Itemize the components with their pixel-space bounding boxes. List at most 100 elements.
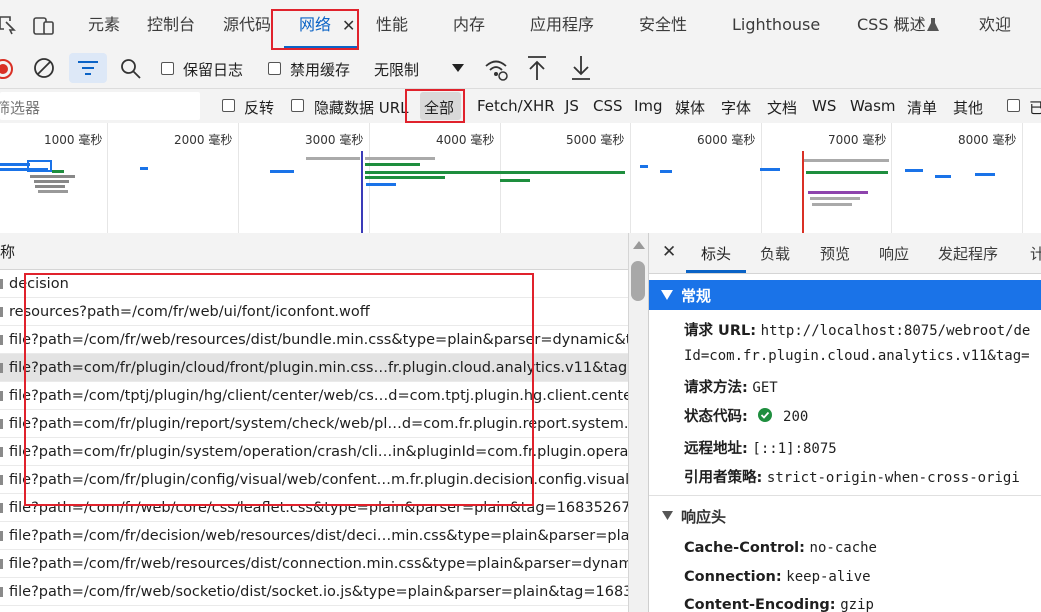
tab-console[interactable]: 控制台 [147,0,195,50]
remote-address-value: [::1]:8075 [752,441,837,457]
type-filter-other[interactable]: 其他 [953,97,983,118]
timeline-bar [808,191,868,194]
close-details-icon[interactable]: ✕ [662,242,676,262]
timeline-tick: 6000 毫秒 [697,133,756,147]
throttling-select[interactable]: 无限制 [370,53,468,83]
tab-css-overview[interactable]: CSS 概述 [857,0,926,50]
clear-icon[interactable] [33,57,55,79]
stylesheet-icon [0,559,3,569]
details-active-tab-indicator [686,270,746,273]
filter-input-placeholder: 筛选器 [0,99,41,117]
tab-elements[interactable]: 元素 [88,0,120,50]
request-url-value: http://localhost:8075/webroot/de [760,323,1031,339]
stylesheet-icon [0,419,3,429]
timeline-bar [640,165,648,168]
preserve-log-checkbox[interactable] [161,62,174,75]
referrer-policy-value: strict-origin-when-cross-origi [766,470,1020,486]
export-har-icon[interactable] [571,55,591,81]
timeline-bar [365,176,445,179]
timeline-bar [365,163,420,166]
scrollbar-thumb[interactable] [631,261,645,301]
type-filter-fetch-xhr[interactable]: Fetch/XHR [477,97,555,115]
requests-highlight-box [24,273,534,506]
dom-content-loaded-line [361,151,363,233]
timeline-tick: 8000 毫秒 [958,133,1017,147]
invert-checkbox[interactable] [222,99,235,112]
tab-security[interactable]: 安全性 [639,0,687,50]
request-url-value-continued: Id=com.fr.plugin.cloud.analytics.v11&tag… [684,348,1030,364]
timeline-bar [270,170,294,173]
general-section-header[interactable]: 常规 [649,280,1041,310]
stylesheet-icon [0,391,3,401]
timeline-bar [935,175,951,178]
type-filter-wasm[interactable]: Wasm [850,97,896,115]
document-icon [0,279,3,289]
section-divider [649,495,1041,496]
font-file-icon [0,307,3,317]
timeline-bar [660,170,672,173]
timeline-bar [38,190,68,193]
type-filter-css[interactable]: CSS [593,97,623,115]
request-list-header: 称 [0,233,648,270]
stylesheet-icon [0,447,3,457]
filter-toggle-button[interactable] [69,53,107,83]
extra-filter-label: 已 [1029,99,1041,117]
content-encoding-value: gzip [840,597,874,612]
device-toolbar-icon[interactable] [32,14,56,36]
tab-sources[interactable]: 源代码 [223,0,271,50]
name-column-header[interactable]: 称 [0,241,15,262]
tab-payload[interactable]: 负载 [760,233,790,273]
timeline-bar [365,157,435,160]
tab-application[interactable]: 应用程序 [530,0,594,50]
type-filter-img[interactable]: Img [634,97,663,115]
type-filter-media[interactable]: 媒体 [675,97,705,118]
type-filter-font[interactable]: 字体 [721,97,751,118]
filter-icon [78,61,98,75]
request-row[interactable]: file?path=/com/fr/decision/web/resources… [0,522,628,550]
extra-filter-checkbox[interactable] [1007,99,1020,112]
tab-welcome[interactable]: 欢迎 [979,0,1011,50]
timeline-bar [0,163,30,166]
tab-timing[interactable]: 计 [1030,233,1041,273]
request-row[interactable]: file?path=/com/fr/web/socketio/dist/sock… [0,578,628,606]
request-method-label: 请求方法: [684,380,748,396]
scroll-up-arrow-icon[interactable] [633,241,645,249]
tab-initiator[interactable]: 发起程序 [938,233,998,273]
throttling-value: 无限制 [374,61,420,79]
tab-response[interactable]: 响应 [879,233,909,273]
timeline-bar [500,179,530,182]
response-headers-title: 响应头 [681,508,727,526]
request-row[interactable]: file?path=/com/fr/web/resources/dist/con… [0,550,628,578]
connection-value: keep-alive [786,569,871,585]
load-event-line [802,151,804,233]
request-method-value: GET [752,380,778,396]
filter-input[interactable]: 筛选器 [0,92,200,120]
timeline-bar [810,197,860,200]
tab-headers[interactable]: 标头 [701,233,731,273]
timeline-bar [34,180,69,183]
search-icon[interactable] [120,58,142,80]
inspect-element-icon[interactable] [0,15,16,35]
hide-data-url-checkbox[interactable] [291,99,304,112]
request-url-label: 请求 URL: [684,323,757,339]
network-conditions-icon[interactable] [483,56,509,82]
type-filter-ws[interactable]: WS [812,97,836,115]
network-overview-timeline[interactable]: 1000 毫秒 2000 毫秒 3000 毫秒 4000 毫秒 5000 毫秒 … [0,123,1041,234]
request-list-scrollbar[interactable] [628,233,649,612]
cache-control-value: no-cache [809,540,877,556]
tab-preview[interactable]: 预览 [820,233,850,273]
import-har-icon[interactable] [527,55,547,81]
triangle-down-icon [662,511,673,520]
content-encoding-label: Content-Encoding: [684,597,836,612]
type-filter-manifest[interactable]: 清单 [907,97,937,118]
tab-performance[interactable]: 性能 [376,0,408,50]
type-filter-js[interactable]: JS [565,97,579,115]
response-headers-section-header[interactable]: 响应头 [649,501,1041,531]
timeline-bar [804,159,889,162]
disable-cache-checkbox[interactable] [268,62,281,75]
record-stop-icon[interactable] [0,58,14,80]
connection-label: Connection: [684,569,782,585]
tab-lighthouse[interactable]: Lighthouse [732,0,820,50]
type-filter-doc[interactable]: 文档 [767,97,797,118]
tab-memory[interactable]: 内存 [453,0,485,50]
